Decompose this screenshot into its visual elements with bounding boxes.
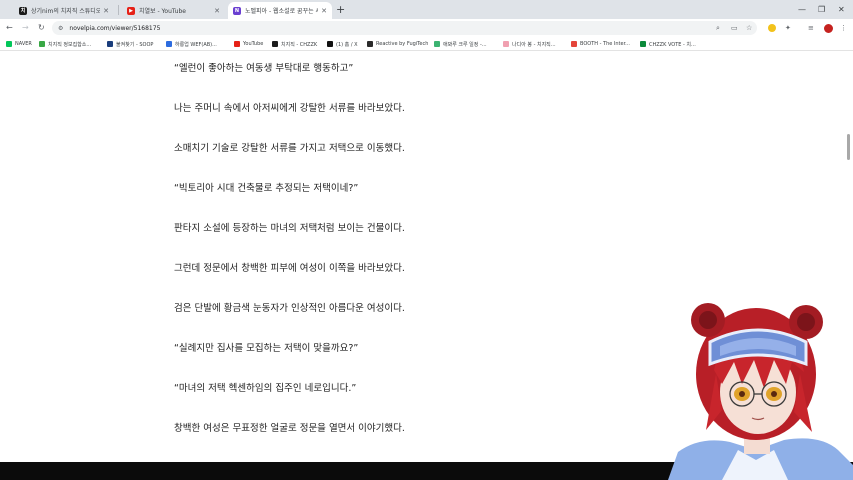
bookmark-favicon-icon	[434, 41, 440, 47]
tab-label: 노벨피아 - 웹소설로 꿈꾸는 세	[245, 8, 319, 15]
bookmark-nadia[interactable]: 나디아 봉 - 치지직...	[503, 40, 556, 48]
bookmark-soop[interactable]: 불켜찾기 - SOOP	[107, 40, 153, 48]
extension-icon[interactable]	[768, 24, 776, 32]
scrollbar-thumb[interactable]	[847, 134, 850, 160]
back-arrow-icon[interactable]: ←	[6, 22, 13, 34]
bookmark-wef[interactable]: 하롱업 WEF(AB)...	[166, 40, 217, 48]
close-tab-icon[interactable]: ✕	[321, 7, 327, 15]
avatar-right-ear-inner	[797, 313, 815, 331]
novel-paragraph: 검은 단발에 황금색 눈동자가 인상적인 아름다운 여성이다.	[174, 303, 405, 314]
tab-novelpia[interactable]: N 노벨피아 - 웹소설로 꿈꾸는 세 ✕	[228, 2, 332, 19]
window-close-icon[interactable]: ✕	[838, 2, 845, 17]
bookmark-label: 애봐루 크루 일정 -...	[443, 41, 487, 48]
bookmark-label: 불켜찾기 - SOOP	[116, 41, 154, 48]
bookmark-chzzk[interactable]: 치지직 - CHZZK	[272, 40, 317, 48]
avatar-right-pupil	[771, 391, 777, 397]
naver-icon	[6, 41, 12, 47]
novel-paragraph: 나는 주머니 속에서 아저씨에게 강탈한 서류를 바라보았다.	[174, 103, 405, 114]
bookmark-youtube[interactable]: YouTube	[234, 40, 263, 48]
bookmark-chzzk-info[interactable]: 치지직 정보집합소...	[39, 40, 91, 48]
bookmark-naver[interactable]: NAVER	[6, 40, 32, 48]
novel-paragraph: “빅토리아 시대 건축물로 추정되는 저택이네?”	[174, 183, 359, 194]
tab-divider	[118, 5, 119, 15]
bookmark-label: 나디아 봉 - 치지직...	[512, 41, 556, 48]
bookmark-favicon-icon	[39, 41, 45, 47]
address-bar[interactable]: ⚙ novelpia.com/viewer/5168175	[52, 21, 757, 35]
bookmark-label: 치지직 - CHZZK	[281, 41, 318, 48]
chzzk-favicon-icon: 치	[19, 6, 27, 15]
bookmark-favicon-icon	[503, 41, 509, 47]
bookmark-x[interactable]: (1) 홈 / X	[327, 40, 358, 48]
bookmark-favicon-icon	[367, 41, 373, 47]
browser-toolbar: ← → ↻ ⚙ novelpia.com/viewer/5168175 ⌕ ▭ …	[0, 19, 853, 37]
reload-icon[interactable]: ↻	[38, 22, 45, 34]
bookmark-label: 하롱업 WEF(AB)...	[175, 41, 217, 48]
x-icon	[327, 41, 333, 47]
bookmark-label: 치지직 정보집합소...	[48, 41, 92, 48]
profile-avatar-icon[interactable]	[823, 23, 834, 34]
novel-paragraph: 판타지 소설에 등장하는 마녀의 저택처럼 보이는 건물이다.	[174, 223, 405, 234]
bookmark-reactive[interactable]: Reactive by FugiTech	[367, 40, 428, 48]
bookmarks-bar: NAVER 치지직 정보집합소... 불켜찾기 - SOOP 하롱업 WEF(A…	[0, 37, 853, 51]
booth-icon	[571, 41, 577, 47]
restore-icon[interactable]: ❐	[818, 2, 825, 17]
bookmark-chzzk-vote[interactable]: CHZZK VOTE - 치...	[640, 40, 696, 48]
novel-paragraph: “마녀의 저택 헥센하임의 집주인 네로입니다.”	[174, 383, 357, 394]
soop-icon	[107, 41, 113, 47]
close-tab-icon[interactable]: ✕	[214, 7, 220, 15]
forward-arrow-icon[interactable]: →	[22, 22, 29, 34]
bookmark-label: CHZZK VOTE - 치...	[649, 41, 696, 48]
novelpia-favicon-icon: N	[233, 6, 241, 15]
bookmark-booth[interactable]: BOOTH - The Inter...	[571, 40, 630, 48]
close-tab-icon[interactable]: ✕	[103, 7, 109, 15]
new-tab-icon[interactable]: +	[336, 2, 345, 17]
extensions-icon[interactable]: ✦	[785, 23, 791, 33]
novel-paragraph: 소매치기 기술로 강탈한 서류를 가지고 저택으로 이동했다.	[174, 143, 405, 154]
menu-icon[interactable]: ⋮	[840, 23, 847, 33]
bookmark-label: YouTube	[243, 41, 264, 47]
bookmark-label: (1) 홈 / X	[336, 41, 358, 48]
bookmark-favicon-icon	[166, 41, 172, 47]
bookmark-label: NAVER	[15, 41, 32, 47]
chzzk-icon	[272, 41, 278, 47]
bookmark-star-icon[interactable]: ☆	[746, 23, 752, 33]
reading-list-icon[interactable]: ≡	[808, 23, 814, 33]
bookmark-label: Reactive by FugiTech	[376, 41, 429, 47]
tab-label: 치열보 - YouTube	[139, 8, 186, 15]
youtube-favicon-icon: ▶	[127, 6, 135, 15]
novel-paragraph: “실례지만 집사를 모집하는 저택이 맞을까요?”	[174, 343, 359, 354]
cast-icon[interactable]: ▭	[731, 23, 738, 33]
novel-paragraph: “엘런이 좋아하는 여동생 부탁대로 행동하고”	[174, 63, 354, 74]
tab-chzzk-studio[interactable]: 치 상기nim의 치지직 스튜디오 ✕	[14, 2, 114, 19]
tab-youtube[interactable]: ▶ 치열보 - YouTube ✕	[122, 2, 225, 19]
bookmark-crew-schedule[interactable]: 애봐루 크루 일정 -...	[434, 40, 487, 48]
tab-label: 상기nim의 치지직 스튜디오	[31, 8, 101, 15]
zoom-icon[interactable]: ⌕	[716, 23, 720, 33]
tab-strip: 치 상기nim의 치지직 스튜디오 ✕ ▶ 치열보 - YouTube ✕ N …	[0, 0, 853, 19]
address-url: novelpia.com/viewer/5168175	[69, 24, 161, 32]
avatar-left-pupil	[739, 391, 745, 397]
bookmark-label: BOOTH - The Inter...	[580, 41, 630, 47]
minimize-icon[interactable]: —	[798, 2, 806, 17]
vtuber-avatar	[668, 303, 853, 480]
avatar-left-ear-inner	[699, 311, 717, 329]
youtube-icon	[234, 41, 240, 47]
novel-paragraph: 그런데 정문에서 창백한 피부에 여성이 이쪽을 바라보았다.	[174, 263, 405, 274]
site-info-icon[interactable]: ⚙	[58, 25, 63, 32]
bookmark-favicon-icon	[640, 41, 646, 47]
novel-paragraph: 창백한 여성은 무표정한 얼굴로 정문을 열면서 이야기했다.	[174, 423, 405, 434]
